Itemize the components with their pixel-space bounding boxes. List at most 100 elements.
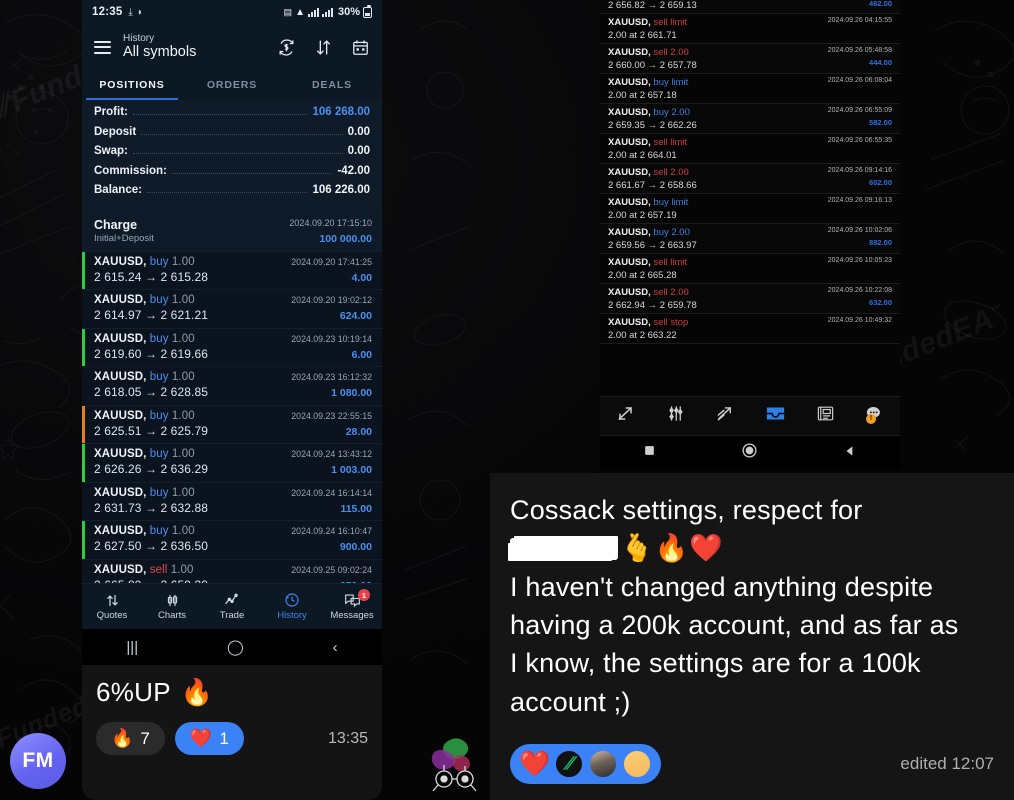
table-row[interactable]: XAUUSD, sell 2.00 2 661.67 → 2 658.66 2024…: [600, 164, 900, 194]
toolbar-messages[interactable]: !: [850, 405, 900, 428]
tab-deals[interactable]: DEALS: [282, 70, 382, 100]
table-row[interactable]: XAUUSD, sell limit 2.00 at 2 665.28 2024.0…: [600, 254, 900, 284]
calendar-icon[interactable]: [351, 38, 370, 57]
trade-symbol: XAUUSD,: [608, 317, 651, 328]
summary-row-swap: Swap: 0.00: [94, 145, 370, 165]
charge-row[interactable]: Charge Initial+Deposit 2024.09.20 17:15:…: [82, 210, 382, 252]
quotes-arrow-icon: [616, 404, 635, 428]
tab-orders[interactable]: ORDERS: [182, 70, 282, 100]
table-row[interactable]: XAUUSD, buy 2.00 2 659.56 → 2 663.97 2024.…: [600, 224, 900, 254]
right-message-line-5: account ;): [510, 686, 631, 717]
emoji-group: 🫰🔥❤️: [620, 533, 724, 564]
status-bar: 12:35 ⤓ ◗ ▤ ▲ 30%: [82, 0, 382, 24]
trade-profit: 6.00: [351, 348, 372, 361]
summary-label: Balance:: [94, 184, 142, 196]
trade-side: buy: [149, 409, 169, 422]
trade-profit: 444.00: [869, 58, 892, 67]
table-row[interactable]: XAUUSD, buy 1.00 2 614.97 → 2 621.21 2024.…: [82, 290, 382, 329]
toolbar-charts[interactable]: [650, 404, 700, 428]
nav-trade[interactable]: Trade: [202, 592, 262, 621]
table-row[interactable]: XAUUSD, buy 1.00 2 619.60 → 2 619.66 2024.…: [82, 328, 382, 367]
left-phone-screenshot: 12:35 ⤓ ◗ ▤ ▲ 30% History All symbols PO…: [82, 0, 382, 665]
back-icon[interactable]: ‹: [333, 639, 338, 656]
trade-right: 2024.09.26 10:05:23: [828, 257, 892, 264]
trade-symbol: XAUUSD,: [608, 167, 651, 178]
trade-datetime: 2024.09.24 16:14:14: [291, 487, 372, 498]
active-tab-indicator: [86, 97, 178, 100]
trade-symbol: XAUUSD,: [94, 371, 147, 383]
circle-home-icon[interactable]: [741, 442, 758, 464]
toolbar-news[interactable]: [800, 404, 850, 428]
trade-right: 2024.09.24 13:43:12 1 003.00: [291, 449, 372, 476]
toolbar-trade[interactable]: [700, 404, 750, 428]
trade-right: 2024.09.26 06:08:04: [828, 77, 892, 84]
tab-positions[interactable]: POSITIONS: [82, 70, 182, 100]
summary-row-commission: Commission: -42.00: [94, 165, 370, 185]
reaction-heart[interactable]: ❤️ 1: [174, 722, 244, 755]
right-reactions[interactable]: ❤️ ⫽: [510, 744, 662, 784]
nav-messages[interactable]: Messages 1: [322, 589, 382, 621]
triangle-back-icon[interactable]: [843, 444, 857, 463]
trade-symbol: XAUUSD,: [94, 294, 147, 306]
account-summary: Profit: 106 268.00 Deposit 0.00 Swap: 0.…: [82, 100, 382, 211]
toolbar-quotes[interactable]: [600, 404, 650, 428]
trade-right: 2024.09.26 10:22:08 632.00: [828, 287, 892, 307]
reactor-avatar-photo: [588, 749, 619, 779]
table-row[interactable]: 2 656.82 → 2 659.13 462.00: [600, 0, 900, 14]
table-row[interactable]: XAUUSD, sell limit 2.00 at 2 664.01 2024.0…: [600, 134, 900, 164]
table-row[interactable]: XAUUSD, buy limit 2.00 at 2 657.19 2024.09…: [600, 194, 900, 224]
toolbar-history[interactable]: [750, 404, 800, 428]
table-row[interactable]: XAUUSD, buy 1.00 2 631.73 → 2 632.88 2024.…: [82, 482, 382, 521]
right-message-time: edited 12:07: [900, 754, 994, 773]
trade-profit: 115.00: [340, 502, 372, 515]
table-row[interactable]: XAUUSD, buy 1.00 2 625.51 → 2 625.79 2024.…: [82, 405, 382, 444]
table-row[interactable]: XAUUSD, sell stop 2.00 at 2 663.22 2024.09…: [600, 314, 900, 344]
avatar[interactable]: FM: [10, 733, 66, 789]
fundedea-logo-icon: ⫽: [563, 754, 576, 773]
refresh-currency-icon[interactable]: [277, 38, 296, 57]
table-row[interactable]: XAUUSD, buy 1.00 2 626.26 → 2 636.29 2024.…: [82, 444, 382, 483]
home-icon[interactable]: ◯: [227, 638, 244, 656]
right-trade-rows-container: 2 656.82 → 2 659.13 462.00 XAUUSD, sell li…: [600, 0, 900, 344]
table-row[interactable]: XAUUSD, buy 1.00 2 618.05 → 2 628.85 2024.…: [82, 367, 382, 406]
menu-icon[interactable]: [94, 40, 111, 54]
recents-icon[interactable]: |||: [126, 639, 138, 656]
right-message-footer: ❤️ ⫽ edited 12:07: [510, 744, 994, 784]
summary-row-deposit: Deposit 0.00: [94, 126, 370, 146]
table-row[interactable]: XAUUSD, sell limit 2.00 at 2 661.71 2024.0…: [600, 14, 900, 44]
nav-charts[interactable]: Charts: [142, 592, 202, 621]
trade-side: sell 2.00: [653, 47, 689, 58]
right-toolbar: !: [600, 396, 900, 436]
table-row[interactable]: XAUUSD, buy 1.00 2 615.24 → 2 615.28 2024.…: [82, 251, 382, 290]
status-right-icons: ▤ ▲ 30%: [284, 5, 372, 18]
trade-symbol: XAUUSD,: [608, 287, 651, 298]
table-row[interactable]: XAUUSD, sell 2.00 2 662.94 → 2 659.78 2024…: [600, 284, 900, 314]
trade-datetime: 2024.09.26 10:22:08: [827, 287, 892, 294]
table-row[interactable]: XAUUSD, sell 2.00 2 660.00 → 2 657.78 2024…: [600, 44, 900, 74]
trade-symbol: XAUUSD,: [608, 257, 651, 268]
table-row[interactable]: XAUUSD, buy 2.00 2 659.35 → 2 662.26 2024.…: [600, 104, 900, 134]
trade-symbol: XAUUSD,: [608, 197, 651, 208]
nav-quotes[interactable]: Quotes: [82, 592, 142, 621]
battery-percent: 30%: [337, 6, 360, 18]
nav-label: Messages: [330, 610, 374, 621]
sort-icon[interactable]: [314, 38, 333, 57]
nav-label: History: [277, 610, 307, 621]
summary-label: Swap:: [94, 145, 128, 157]
trade-datetime: 2024.09.23 16:12:32: [291, 372, 372, 382]
bottom-nav: Quotes Charts Trade History Messages 1: [82, 583, 382, 629]
table-row[interactable]: XAUUSD, buy 1.00 2 627.50 → 2 636.50 2024.…: [82, 521, 382, 560]
dot-icon: ◗: [136, 6, 143, 18]
table-row[interactable]: XAUUSD, buy limit 2.00 at 2 657.18 2024.09…: [600, 74, 900, 104]
status-left-icons: ⤓ ◗: [128, 7, 142, 18]
summary-value: 106 226.00: [312, 184, 370, 196]
history-list[interactable]: Charge Initial+Deposit 2024.09.20 17:15:…: [82, 210, 382, 598]
reaction-fire[interactable]: 🔥 7: [96, 722, 165, 755]
square-recents-icon[interactable]: [643, 444, 656, 462]
nav-history[interactable]: History: [262, 592, 322, 621]
trade-profit: 1 080.00: [331, 387, 372, 399]
left-reactions: 🔥 7 ❤️ 1 13:35: [96, 722, 368, 755]
trade-right: 2024.09.23 16:12:32 1 080.00: [291, 372, 372, 399]
summary-row-balance: Balance: 106 226.00: [94, 184, 370, 204]
trade-symbol: XAUUSD,: [94, 525, 147, 537]
